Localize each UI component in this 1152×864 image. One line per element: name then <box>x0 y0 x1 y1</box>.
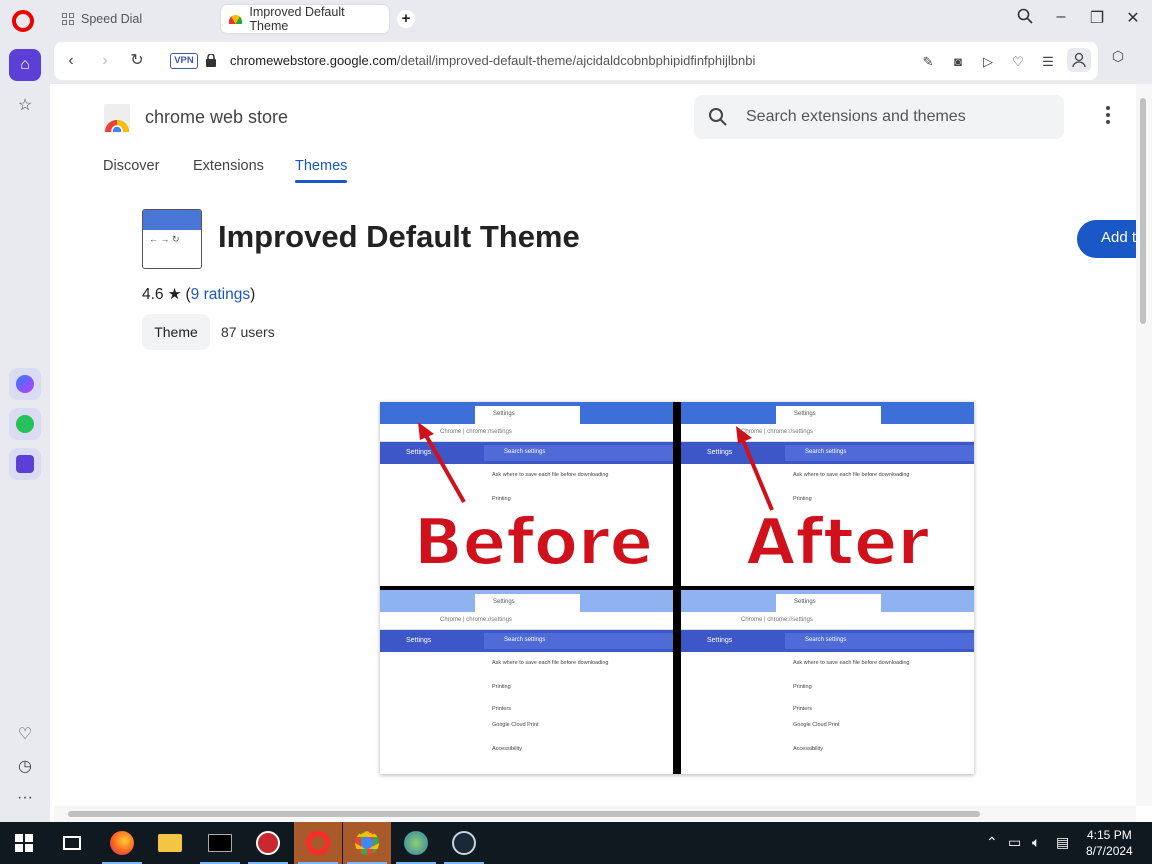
action-center-icon[interactable]: ▤ <box>1056 834 1069 851</box>
more-icon[interactable]: ··· <box>9 782 41 814</box>
speed-dial-icon <box>62 13 74 25</box>
horizontal-scrollbar[interactable] <box>54 806 1136 822</box>
windows-taskbar: ⌃ ▭ 🔈︎ ▤ 4:15 PM 8/7/2024 <box>0 822 1152 864</box>
send-icon[interactable]: ▷ <box>980 54 996 70</box>
firefox-icon[interactable] <box>98 822 146 864</box>
category-chip[interactable]: Theme <box>142 314 210 350</box>
search-placeholder: Search extensions and themes <box>746 108 966 125</box>
rating-value: 4.6 <box>142 285 164 303</box>
start-button[interactable] <box>0 822 48 864</box>
store-name[interactable]: chrome web store <box>145 107 288 128</box>
opera-logo-icon[interactable] <box>12 10 34 32</box>
whatsapp-icon[interactable] <box>9 408 41 440</box>
after-label: After <box>745 505 930 581</box>
extensions-cube-icon[interactable]: ⬡ <box>1108 48 1128 68</box>
steam-icon[interactable] <box>440 822 488 864</box>
tab-speed-dial-label: Speed Dial <box>81 12 143 26</box>
theme-screenshot[interactable]: Settings Chrome | chrome://settings Sett… <box>380 402 974 774</box>
more-options-icon[interactable] <box>1104 106 1112 128</box>
browser-tab-bar: Speed Dial Improved Default Theme + – ❐ … <box>0 0 1152 38</box>
profile-icon[interactable] <box>1067 48 1091 72</box>
store-search-input[interactable]: Search extensions and themes <box>694 95 1064 139</box>
search-icon <box>709 108 727 126</box>
camera-icon[interactable]: ◙ <box>950 54 966 70</box>
active-tab-indicator <box>295 180 347 183</box>
app-red-icon[interactable] <box>244 822 292 864</box>
opera-taskbar-icon[interactable] <box>294 822 342 864</box>
red-arrows-icon <box>418 422 774 511</box>
history-icon[interactable]: ◷ <box>9 750 41 782</box>
network-app-icon[interactable] <box>392 822 440 864</box>
lock-icon[interactable] <box>206 54 216 67</box>
music-player-icon[interactable] <box>9 448 41 480</box>
heart-sidebar-icon[interactable]: ♡ <box>9 718 41 750</box>
reload-icon[interactable]: ↻ <box>128 52 146 70</box>
close-icon[interactable]: ✕ <box>1121 8 1145 28</box>
tab-themes[interactable]: Themes <box>295 158 347 174</box>
user-count: 87 users <box>221 324 275 340</box>
clock-time: 4:15 PM <box>1087 828 1132 842</box>
volume-muted-icon[interactable]: 🔈︎ <box>1032 834 1040 851</box>
minimize-icon[interactable]: – <box>1049 8 1073 26</box>
new-tab-button[interactable]: + <box>397 10 415 28</box>
vertical-scrollbar[interactable] <box>1136 84 1152 806</box>
web-page: chrome web store Search extensions and t… <box>54 84 1136 806</box>
easy-setup-icon[interactable]: ☰ <box>1040 54 1056 70</box>
edit-icon[interactable]: ✎ <box>920 54 936 70</box>
extension-title: Improved Default Theme <box>218 219 580 254</box>
add-to-chrome-button[interactable]: Add t <box>1077 220 1136 258</box>
back-icon[interactable]: ‹ <box>62 52 80 70</box>
ratings-link[interactable]: 9 ratings <box>191 286 250 304</box>
star-rating-icon: ★ <box>167 286 182 303</box>
tab-speed-dial[interactable]: Speed Dial <box>54 5 214 33</box>
home-icon[interactable]: ⌂ <box>9 49 41 81</box>
opera-sidebar: ⌂ ☆ ♡ ◷ ··· <box>0 38 50 822</box>
url-text[interactable]: chromewebstore.google.com/detail/improve… <box>230 53 755 68</box>
search-tabs-icon[interactable] <box>1013 8 1037 29</box>
theme-thumbnail: ← → ↻ <box>142 209 202 269</box>
taskbar-clock[interactable]: 4:15 PM 8/7/2024 <box>1086 827 1133 859</box>
messenger-icon[interactable] <box>9 368 41 400</box>
address-bar-row: ‹ › ↻ VPN chromewebstore.google.com/deta… <box>50 38 1152 84</box>
task-view-icon[interactable] <box>48 822 96 864</box>
tab-discover[interactable]: Discover <box>103 158 159 174</box>
file-explorer-icon[interactable] <box>146 822 194 864</box>
tray-chevron-icon[interactable]: ⌃ <box>986 834 998 851</box>
address-bar[interactable]: ‹ › ↻ VPN chromewebstore.google.com/deta… <box>54 42 1098 80</box>
terminal-icon[interactable] <box>196 822 244 864</box>
vpn-badge[interactable]: VPN <box>170 53 198 69</box>
rainbow-favicon-icon <box>229 14 243 24</box>
tab-extensions[interactable]: Extensions <box>193 158 264 174</box>
heart-icon[interactable]: ♡ <box>1010 54 1026 70</box>
network-icon[interactable]: ▭ <box>1008 834 1021 851</box>
tab-active[interactable]: Improved Default Theme <box>221 5 389 33</box>
restore-icon[interactable]: ❐ <box>1085 8 1109 28</box>
clock-date: 8/7/2024 <box>1086 844 1133 858</box>
tab-active-label: Improved Default Theme <box>249 5 345 33</box>
forward-icon[interactable]: › <box>96 52 114 70</box>
chrome-web-store-logo-icon[interactable] <box>102 104 132 132</box>
star-icon[interactable]: ☆ <box>9 89 41 121</box>
rating-row: 4.6 ★ (9 ratings) <box>142 285 255 304</box>
chrome-taskbar-icon[interactable] <box>343 822 391 864</box>
rating-paren-close: ) <box>250 285 256 303</box>
before-label: Before <box>413 505 654 581</box>
